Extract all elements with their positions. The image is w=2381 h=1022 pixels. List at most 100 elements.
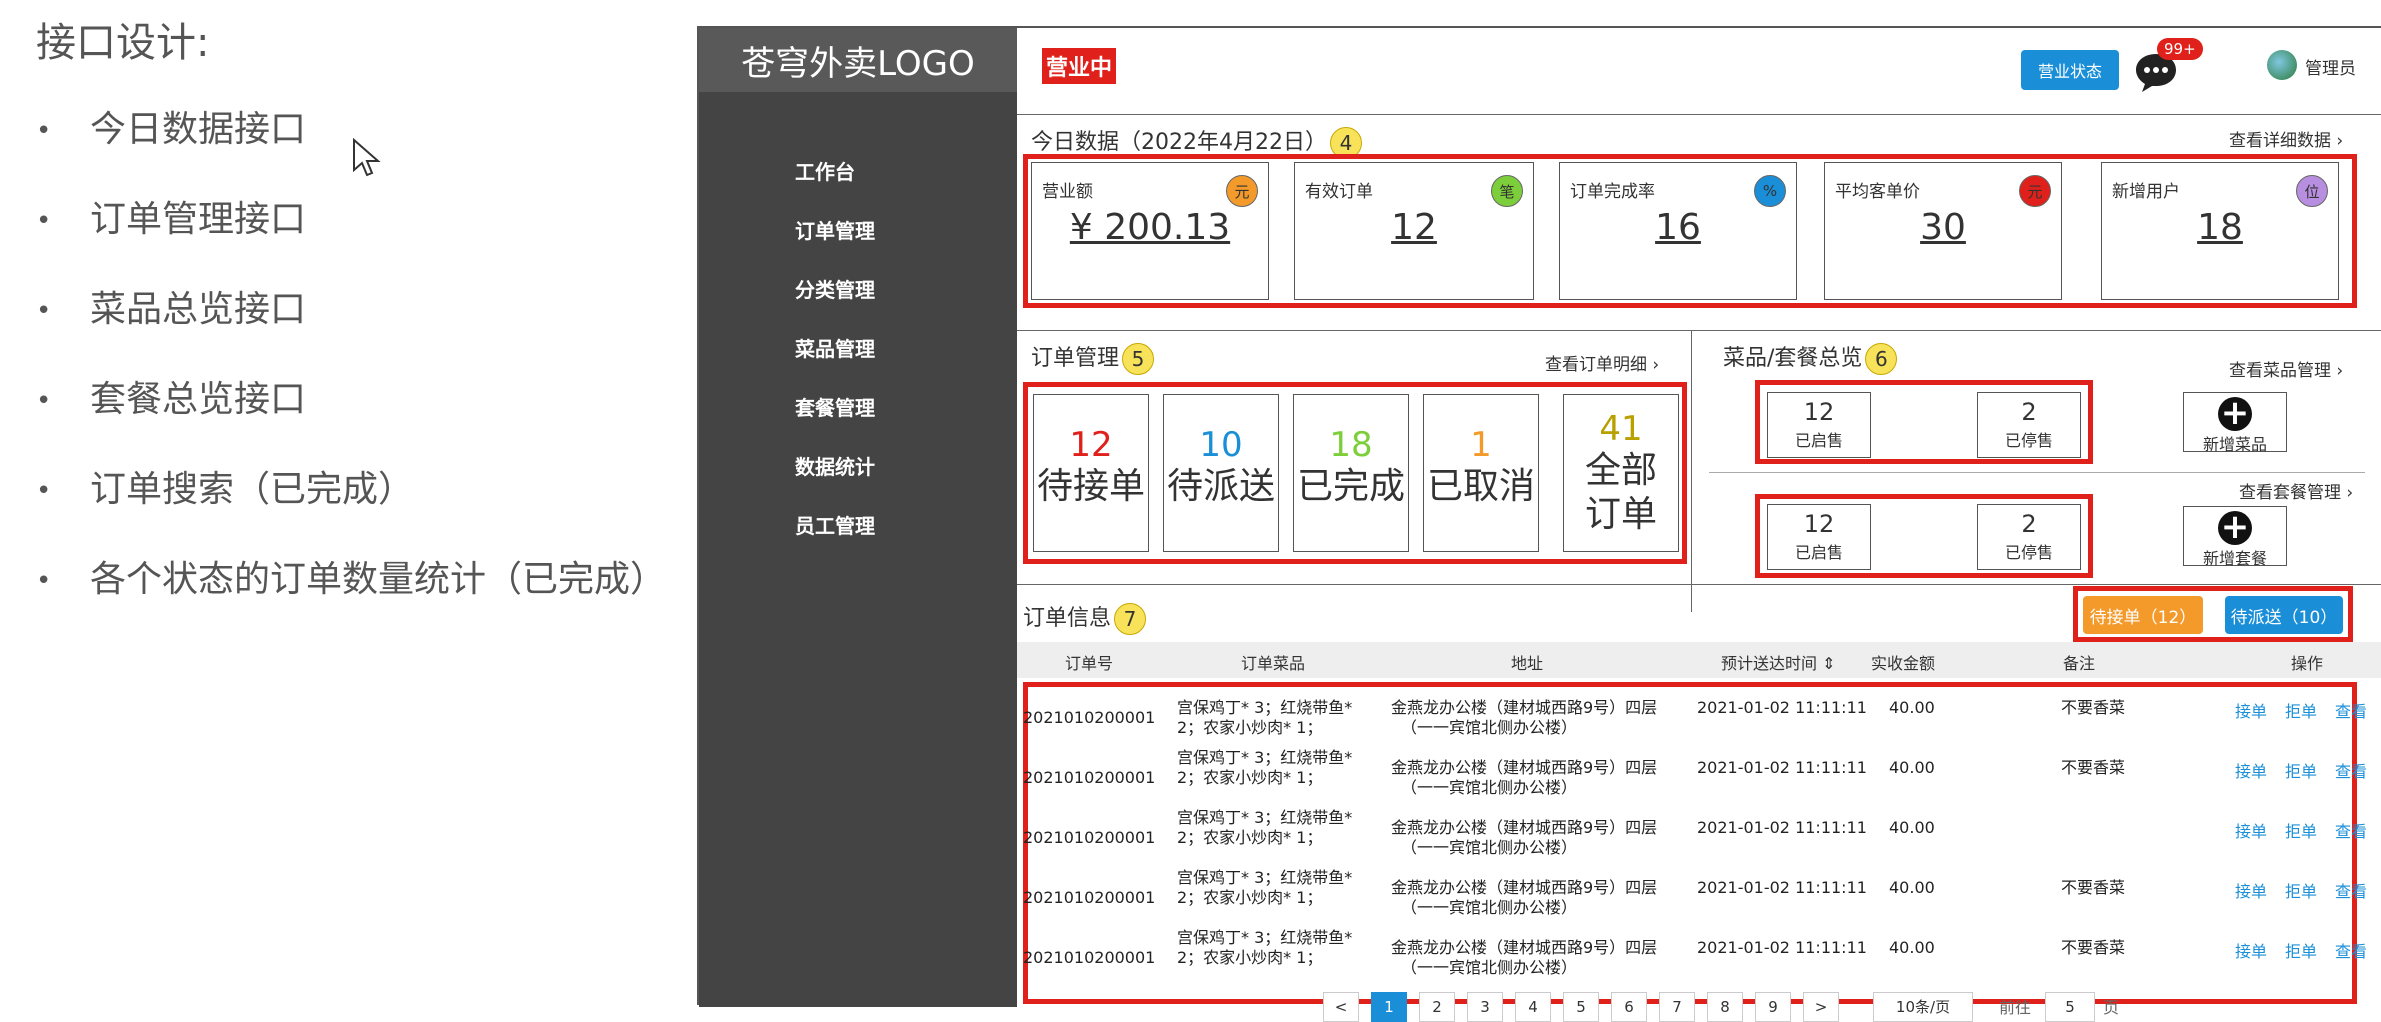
bullet-item: • 各个状态的订单数量统计（已完成） <box>36 559 667 600</box>
page-button[interactable]: 4 <box>1515 992 1551 1022</box>
order-count: 10 <box>1199 425 1243 465</box>
stat-label: 有效订单 <box>1305 182 1373 202</box>
sidebar-item-employees[interactable]: 员工管理 <box>795 510 875 539</box>
reject-button[interactable]: 拒单 <box>2285 758 2317 782</box>
order-remark: 不要香菜 <box>2061 758 2126 777</box>
column-header: 备注 <box>2063 654 2096 673</box>
order-card-pending[interactable]: 12 待接单 <box>1033 394 1149 552</box>
divider <box>1017 584 2381 585</box>
bullet-item: • 订单搜索（已完成） <box>36 469 415 510</box>
admin-name[interactable]: 管理员 <box>2305 54 2356 79</box>
view-details-link[interactable]: 查看详细数据 › <box>2229 126 2343 151</box>
order-address: 金燕龙办公楼（建材城西路9号）四层 <box>1391 758 1658 777</box>
order-label: 全部订单 <box>1584 450 1657 535</box>
order-remark: 不要香菜 <box>2061 878 2126 897</box>
accept-button[interactable]: 接单 <box>2235 758 2267 782</box>
app-mockup: 苍穹外卖LOGO 工作台 订单管理 分类管理 菜品管理 套餐管理 数据统计 员工… <box>697 26 2381 1022</box>
dish-num: 2 <box>2021 510 2037 538</box>
reject-button[interactable]: 拒单 <box>2285 698 2317 722</box>
sidebar-item-workbench[interactable]: 工作台 <box>795 156 855 185</box>
dish-label: 已启售 <box>1794 543 1843 562</box>
order-card-dispatch[interactable]: 10 待派送 <box>1163 394 1279 552</box>
page-button[interactable]: 1 <box>1371 992 1407 1022</box>
mouse-cursor-icon <box>353 138 381 177</box>
dish-on-sale: 12 已启售 <box>1767 392 1871 458</box>
order-count: 41 <box>1599 409 1643 449</box>
delivery-time: 2021-01-02 11:11:11 <box>1697 758 1867 777</box>
user-count-icon: 位 <box>2296 175 2328 207</box>
page-button[interactable]: 5 <box>1563 992 1599 1022</box>
order-id: 2021010200001 <box>1023 948 1156 967</box>
order-dishes: 宫保鸡丁* 3；红烧带鱼* <box>1177 868 1353 887</box>
stat-card-avg-price: 平均客单价 元 30 <box>1824 162 2062 300</box>
order-count: 12 <box>1069 425 1113 465</box>
view-dish-mgmt-link[interactable]: 查看菜品管理 › <box>2229 356 2343 381</box>
view-setmeal-mgmt-link[interactable]: 查看套餐管理 › <box>2239 478 2353 503</box>
order-card-all[interactable]: 41 全部订单 <box>1563 394 1679 552</box>
view-button[interactable]: 查看 <box>2335 938 2367 962</box>
add-label: 新增菜品 <box>2202 435 2267 454</box>
divider <box>1691 330 1692 612</box>
table-header: 订单号 订单菜品 地址 预计送达时间 ⇕ 实收金额 备注 操作 <box>1017 642 2381 678</box>
stat-label: 营业额 <box>1042 182 1093 202</box>
view-button[interactable]: 查看 <box>2335 878 2367 902</box>
page-button[interactable]: 7 <box>1659 992 1695 1022</box>
delivery-time: 2021-01-02 11:11:11 <box>1697 878 1867 897</box>
order-remark: 不要香菜 <box>2061 938 2126 957</box>
table-row: 2021010200001 宫保鸡丁* 3；红烧带鱼* 2；农家小炒肉* 1； … <box>1017 808 2381 868</box>
prev-page-button[interactable]: < <box>1323 992 1359 1022</box>
stat-label: 平均客单价 <box>1835 182 1920 202</box>
view-button[interactable]: 查看 <box>2335 758 2367 782</box>
next-page-button[interactable]: > <box>1803 992 1839 1022</box>
accept-button[interactable]: 接单 <box>2235 938 2267 962</box>
order-amount: 40.00 <box>1889 818 1935 837</box>
goto-page-input[interactable]: 5 <box>2045 992 2095 1022</box>
order-address: （一一宾馆北侧办公楼） <box>1401 778 1578 797</box>
accept-button[interactable]: 接单 <box>2235 698 2267 722</box>
business-status-button[interactable]: 营业状态 <box>2021 50 2119 90</box>
page-button[interactable]: 8 <box>1707 992 1743 1022</box>
goto-label: 前往 <box>1999 998 2032 1017</box>
filter-pending-button[interactable]: 待接单（12） <box>2083 596 2203 634</box>
stat-card-revenue: 营业额 元 ¥ 200.13 <box>1031 162 1269 300</box>
dish-label: 已停售 <box>2004 431 2053 450</box>
marker-5: 5 <box>1122 343 1155 375</box>
dish-label: 已停售 <box>2004 543 2053 562</box>
reject-button[interactable]: 拒单 <box>2285 938 2317 962</box>
order-card-cancelled[interactable]: 1 已取消 <box>1423 394 1539 552</box>
page-button[interactable]: 3 <box>1467 992 1503 1022</box>
avatar[interactable] <box>2267 50 2297 80</box>
order-address: （一一宾馆北侧办公楼） <box>1401 718 1578 737</box>
order-card-completed[interactable]: 18 已完成 <box>1293 394 1409 552</box>
business-status-tag: 营业中 <box>1042 48 1117 84</box>
dish-off-sale: 2 已停售 <box>1977 392 2081 458</box>
page-button[interactable]: 9 <box>1755 992 1791 1022</box>
view-order-details-link[interactable]: 查看订单明细 › <box>1545 350 1659 375</box>
sidebar-item-setmeals[interactable]: 套餐管理 <box>795 392 875 421</box>
accept-button[interactable]: 接单 <box>2235 878 2267 902</box>
table-row: 2021010200001 宫保鸡丁* 3；红烧带鱼* 2；农家小炒肉* 1； … <box>1017 688 2381 748</box>
view-button[interactable]: 查看 <box>2335 698 2367 722</box>
stat-value: 18 <box>2197 207 2243 248</box>
sidebar-item-orders[interactable]: 订单管理 <box>795 215 875 244</box>
page-unit-label: 页 <box>2103 998 2120 1017</box>
stat-label: 新增用户 <box>2112 182 2180 202</box>
filter-dispatch-button[interactable]: 待派送（10） <box>2225 596 2343 634</box>
sidebar-item-statistics[interactable]: 数据统计 <box>795 451 875 480</box>
sidebar-item-dishes[interactable]: 菜品管理 <box>795 333 875 362</box>
sidebar-item-categories[interactable]: 分类管理 <box>795 274 875 303</box>
reject-button[interactable]: 拒单 <box>2285 878 2317 902</box>
table-row: 2021010200001 宫保鸡丁* 3；红烧带鱼* 2；农家小炒肉* 1； … <box>1017 868 2381 928</box>
order-address: 金燕龙办公楼（建材城西路9号）四层 <box>1391 818 1658 837</box>
order-address: （一一宾馆北侧办公楼） <box>1401 838 1578 857</box>
slide-title: 接口设计: <box>36 20 210 66</box>
page-button[interactable]: 2 <box>1419 992 1455 1022</box>
page-button[interactable]: 6 <box>1611 992 1647 1022</box>
add-dish-button[interactable]: + 新增菜品 <box>2183 392 2287 454</box>
page-size-select[interactable]: 10条/页 <box>1873 992 1973 1022</box>
delivery-time: 2021-01-02 11:11:11 <box>1697 818 1867 837</box>
accept-button[interactable]: 接单 <box>2235 818 2267 842</box>
view-button[interactable]: 查看 <box>2335 818 2367 842</box>
reject-button[interactable]: 拒单 <box>2285 818 2317 842</box>
add-setmeal-button[interactable]: + 新增套餐 <box>2183 506 2287 568</box>
